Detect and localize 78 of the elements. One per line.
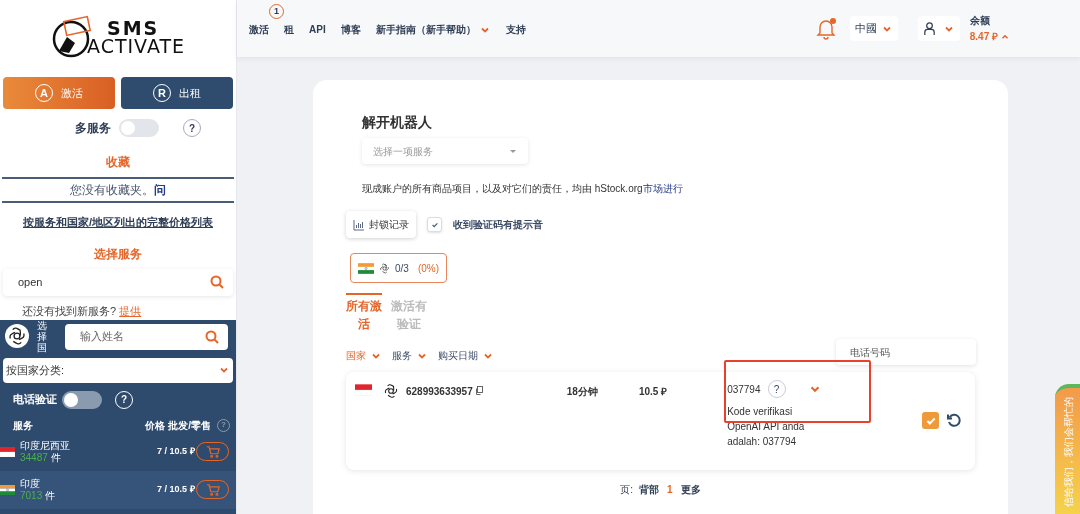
nav-link[interactable]: 支持 bbox=[505, 22, 526, 37]
pagination-more[interactable]: 更多 bbox=[680, 482, 701, 497]
country-search-field[interactable]: 输入姓名 bbox=[65, 323, 228, 350]
favorites-title: 收藏 bbox=[105, 154, 131, 171]
country-name: 印度 bbox=[20, 477, 41, 490]
flag-icon bbox=[358, 262, 374, 274]
account-button[interactable] bbox=[917, 16, 960, 41]
feedback-tab-text: 信给我们，我们会帮忙的 bbox=[1062, 396, 1073, 506]
sound-checkbox[interactable] bbox=[427, 217, 442, 232]
count-unit: 件 bbox=[45, 489, 56, 501]
verification-code: 037794 bbox=[727, 382, 761, 397]
service-search-field[interactable]: open bbox=[3, 268, 233, 296]
block-log-button[interactable]: 封锁记录 bbox=[346, 211, 416, 238]
search-icon[interactable] bbox=[209, 274, 225, 290]
phone-number: 628993633957 bbox=[406, 385, 473, 399]
country-name: 印度尼西亚 bbox=[20, 439, 71, 452]
dropdown-arrow-icon bbox=[509, 147, 517, 155]
country-price: 7 / 10.5 ₽ bbox=[157, 444, 195, 458]
order-time: 18分钟 bbox=[566, 385, 598, 399]
sound-checkbox-label: 收到验证码有提示音 bbox=[453, 218, 543, 232]
disclaimer-link[interactable]: 市场进行 bbox=[642, 183, 683, 194]
bar-chart-icon bbox=[353, 218, 365, 231]
country-count: 34487 bbox=[20, 451, 48, 463]
filter-dropdown[interactable]: 购买日期 bbox=[438, 348, 494, 363]
nav-link[interactable]: 新手指南（新手帮助） bbox=[375, 22, 491, 37]
order-price: 10.5 ₽ bbox=[638, 385, 668, 399]
phone-verify-label: 电话验证 bbox=[13, 392, 57, 408]
user-icon bbox=[922, 21, 938, 36]
select-country-label: 选择国 bbox=[37, 319, 47, 353]
country-row[interactable]: 印度尼西亚 34487 件 7 / 10.5 ₽ bbox=[0, 432, 236, 471]
favorites-empty-text: 您没有收藏夹。 bbox=[70, 183, 154, 197]
flag-icon bbox=[0, 484, 15, 495]
mode-button[interactable]: R 出租 bbox=[121, 77, 233, 109]
nav-badge: 1 bbox=[269, 4, 284, 19]
disclaimer-text: 现成账户的所有商品项目，以及对它们的责任，均由 hStock.org bbox=[362, 183, 643, 194]
check-icon bbox=[430, 220, 439, 229]
multi-service-label: 多服务 bbox=[75, 120, 111, 137]
flag-icon bbox=[355, 384, 372, 396]
toggle-switch[interactable] bbox=[62, 390, 102, 409]
done-checkbox[interactable] bbox=[922, 412, 939, 429]
cart-icon bbox=[205, 444, 220, 459]
count-unit: 件 bbox=[50, 451, 61, 463]
country-row[interactable]: 印度 7013 件 7 / 10.5 ₽ bbox=[0, 470, 236, 509]
stat-percent: (0%) bbox=[417, 261, 440, 276]
balance-amount: 8.47 ₽ bbox=[969, 29, 998, 44]
stat-count: 0/3 bbox=[395, 261, 409, 276]
nav-link[interactable]: API bbox=[309, 22, 326, 37]
select-service-title: 选择服务 bbox=[93, 245, 143, 263]
language-select[interactable]: 中國 bbox=[849, 16, 898, 41]
page-title: 解开机器人 bbox=[362, 113, 433, 132]
search-icon[interactable] bbox=[204, 328, 220, 345]
suggest-link[interactable]: 提供 bbox=[119, 304, 142, 317]
undo-icon[interactable] bbox=[946, 412, 962, 428]
favorites-link[interactable]: 问 bbox=[154, 183, 166, 197]
filter-dropdown[interactable]: 服务 bbox=[392, 348, 428, 363]
cart-icon bbox=[205, 482, 220, 497]
search-value: open bbox=[18, 274, 43, 290]
country-price: 7 / 10.5 ₽ bbox=[157, 482, 195, 496]
suggest-text: 还没有找到新服务? bbox=[22, 304, 117, 317]
nav-link[interactable]: 博客 bbox=[340, 22, 361, 37]
filter-dropdown[interactable]: 国家 bbox=[346, 348, 382, 363]
price-list-link[interactable]: 按服务和国家/地区列出的完整价格列表 bbox=[0, 214, 236, 231]
pagination-back[interactable]: 背部 bbox=[639, 482, 660, 497]
flag-icon bbox=[0, 446, 15, 457]
country-count: 7013 bbox=[20, 489, 43, 501]
country-sort-select[interactable]: 按国家分类: bbox=[3, 357, 233, 383]
logo[interactable]: SMS ACTIVATE bbox=[50, 15, 186, 59]
search-placeholder: 电话号码 bbox=[850, 345, 890, 360]
search-placeholder: 输入姓名 bbox=[80, 329, 124, 345]
toggle-switch[interactable] bbox=[119, 119, 159, 137]
pagination-label: 页: bbox=[620, 483, 634, 497]
notification-bell-icon[interactable] bbox=[815, 17, 836, 40]
column-header: 服务 bbox=[13, 418, 33, 433]
phone-search-field[interactable]: 电话号码 bbox=[836, 339, 976, 365]
nav-link[interactable]: 租 bbox=[284, 22, 294, 37]
column-header: 价格 批发/零售 bbox=[145, 418, 211, 433]
copy-icon[interactable] bbox=[474, 386, 483, 395]
balance-label: 余额 bbox=[969, 13, 991, 28]
